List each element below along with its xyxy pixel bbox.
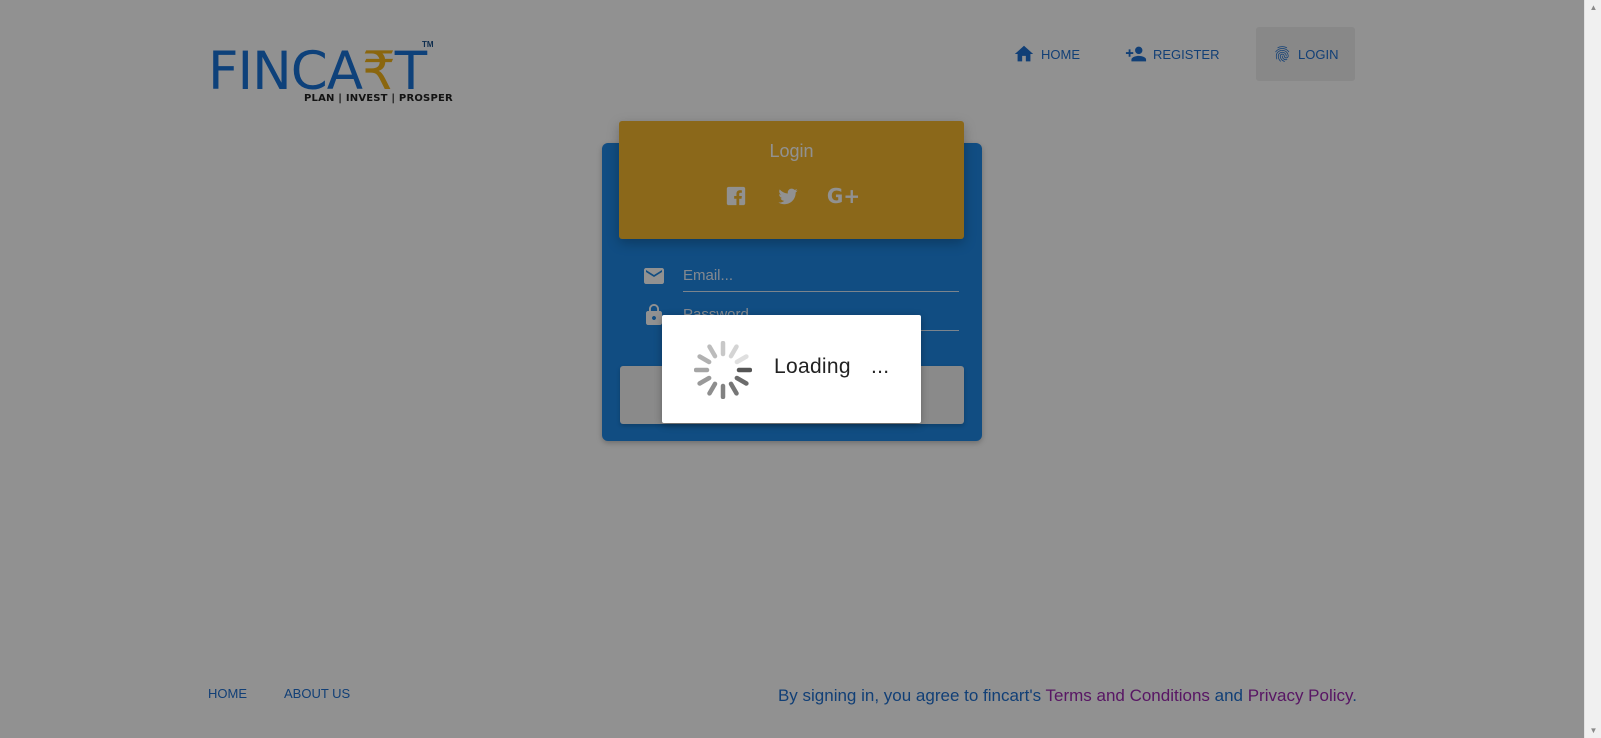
spinner-tick (728, 344, 739, 359)
page: FINCA ₹ T TM PLAN | INVEST | PROSPER HOM… (0, 0, 1584, 738)
vertical-scrollbar[interactable]: ▲ ▼ (1584, 0, 1601, 738)
spinner-tick (697, 375, 712, 386)
spinner-tick (697, 354, 712, 365)
spinner-icon (694, 341, 752, 399)
scroll-down-icon[interactable]: ▼ (1589, 726, 1598, 735)
spinner-tick (707, 381, 718, 396)
spinner-tick (734, 375, 749, 386)
loading-dialog: Loading ... (662, 315, 921, 423)
loading-label: Loading (774, 355, 851, 378)
scroll-up-icon[interactable]: ▲ (1589, 3, 1598, 12)
spinner-tick (707, 344, 718, 359)
spinner-tick (734, 354, 749, 365)
spinner-tick (728, 381, 739, 396)
loading-text: Loading ... (774, 355, 889, 379)
loading-dots: ... (870, 355, 890, 378)
